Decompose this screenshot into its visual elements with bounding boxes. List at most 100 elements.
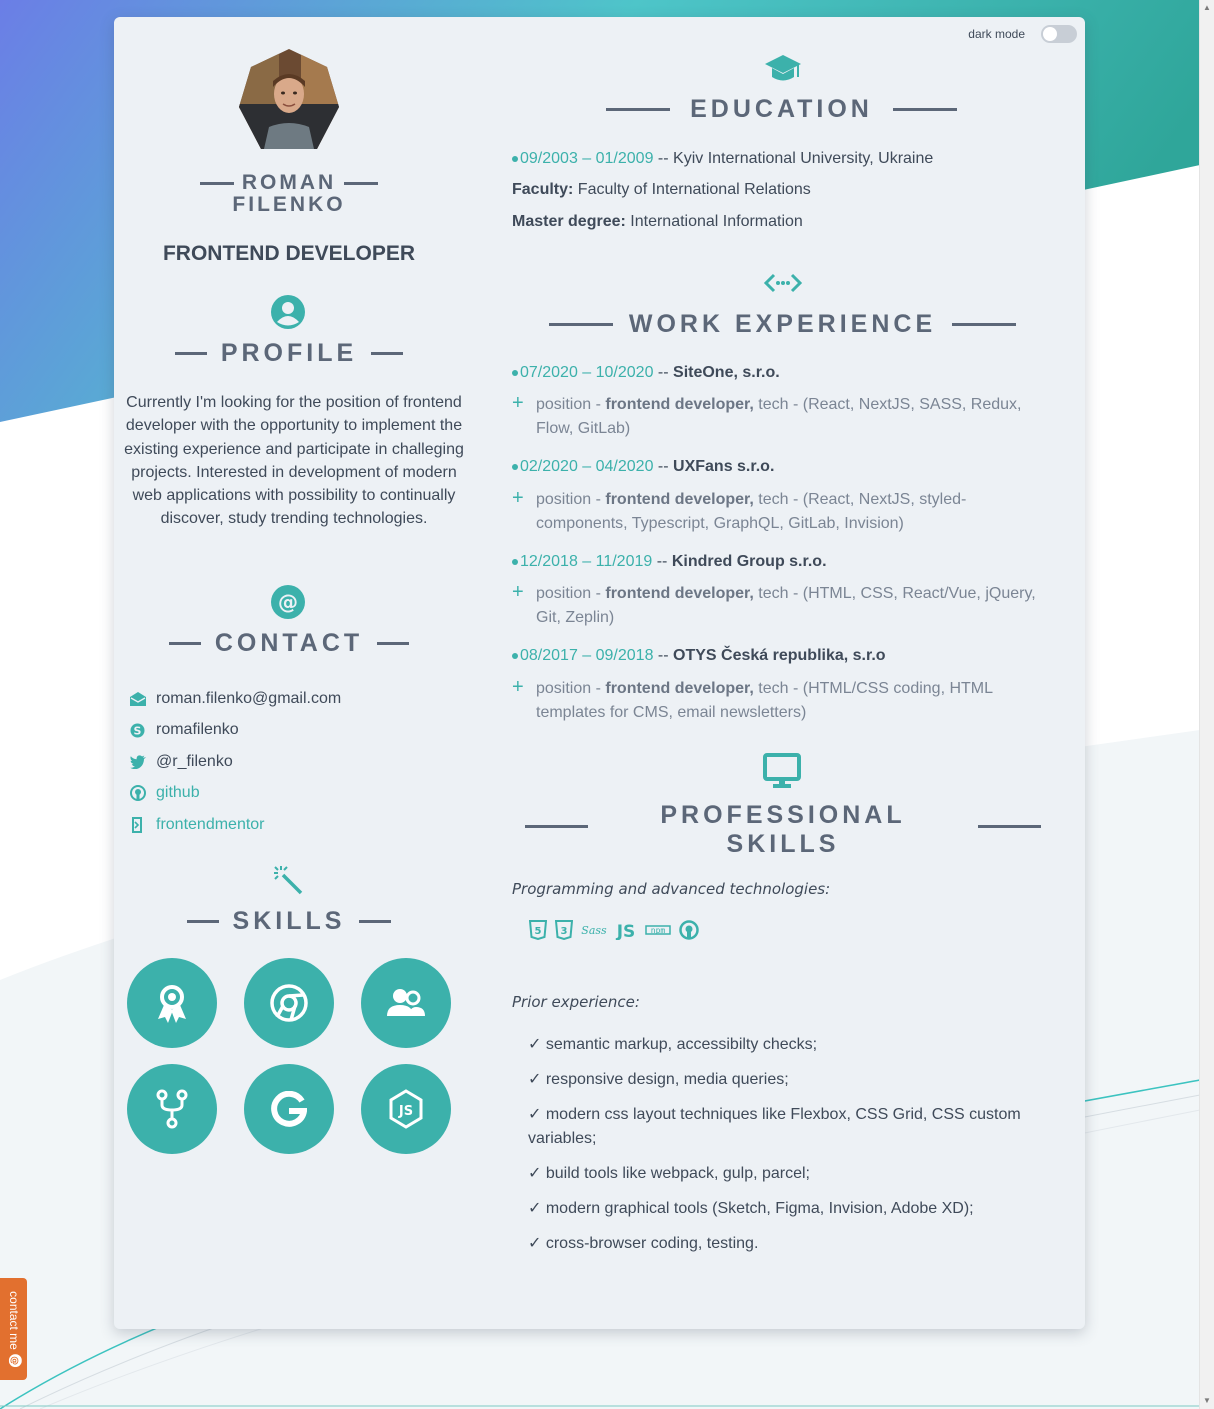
plus-icon: + (512, 392, 524, 414)
job-date: 08/2017 – 09/2018 (520, 647, 654, 664)
prior-item: ✓ cross-browser coding, testing. (528, 1234, 759, 1252)
skill-award[interactable] (127, 958, 217, 1048)
skill-git[interactable] (127, 1064, 217, 1154)
svg-text:JS: JS (398, 1104, 413, 1119)
faculty-value: Faculty of International Relations (573, 181, 811, 198)
contact-frontendmentor[interactable]: frontendmentor (130, 809, 460, 841)
job-sep: -- (653, 458, 674, 475)
prior-item: ✓ modern graphical tools (Sketch, Figma,… (528, 1199, 974, 1217)
job-header-1: 07/2020 – 10/2020 -- SiteOne, s.r.o. (512, 364, 780, 382)
education-heading: EDUCATION (589, 95, 974, 124)
professional-heading: PROFESSIONAL SKILLS (588, 801, 978, 859)
divider (344, 181, 379, 185)
first-name: ROMAN (241, 171, 337, 194)
contact-email[interactable]: roman.filenko@gmail.com (130, 683, 460, 715)
last-name: FILENKO (232, 193, 346, 216)
tech-icons: 5 3 Sass JS npm (529, 920, 699, 940)
bullet-dot (512, 156, 518, 162)
plus-icon: + (512, 487, 524, 509)
divider (199, 181, 234, 185)
name-block: ROMAN FILENKO (114, 172, 464, 216)
contact-twitter[interactable]: @r_filenko (130, 746, 460, 778)
job-header-2: 02/2020 – 04/2020 -- UXFans s.r.o. (512, 458, 774, 476)
sass-icon: Sass (581, 924, 607, 937)
profile-heading: PROFILE (114, 339, 464, 368)
contact-me-tab[interactable]: contact me @ (0, 1278, 27, 1380)
job-date: 02/2020 – 04/2020 (520, 458, 654, 475)
job-company: UXFans s.r.o. (673, 458, 775, 475)
svg-text:Sass: Sass (581, 924, 607, 937)
bullet-dot (512, 370, 518, 376)
position-value: frontend developer, (605, 491, 754, 508)
job-desc-3: + position - frontend developer, tech - … (512, 582, 1052, 629)
position-value: frontend developer, (605, 396, 754, 413)
job-desc-2: + position - frontend developer, tech - … (512, 488, 1032, 535)
skill-chrome[interactable] (244, 958, 334, 1048)
skype-text: romafilenko (156, 721, 239, 739)
professional-title-2: SKILLS (726, 830, 840, 858)
svg-text:@: @ (9, 1356, 19, 1365)
degree-label: Master degree: (512, 213, 626, 230)
skill-users[interactable] (361, 958, 451, 1048)
education-faculty: Faculty: Faculty of International Relati… (512, 181, 811, 199)
nodejs-icon: JS (389, 1089, 423, 1129)
job-desc-4: + position - frontend developer, tech - … (512, 677, 1032, 724)
position-value: frontend developer, (605, 585, 754, 602)
divider (168, 642, 201, 645)
skill-google[interactable] (244, 1064, 334, 1154)
faculty-label: Faculty: (512, 181, 574, 198)
at-sign-icon: @ (6, 1353, 22, 1367)
skill-nodejs[interactable]: JS (361, 1064, 451, 1154)
divider (548, 323, 613, 326)
divider (377, 642, 410, 645)
desktop-icon (763, 753, 801, 794)
twitter-icon (130, 755, 156, 769)
github-link[interactable]: github (156, 784, 200, 802)
chrome-icon (270, 984, 308, 1022)
profile-title: PROFILE (220, 339, 358, 367)
contact-heading: CONTACT (114, 629, 464, 658)
divider (525, 825, 588, 828)
users-icon (387, 989, 425, 1016)
at-sign-icon: @ (271, 585, 305, 624)
work-title: WORK EXPERIENCE (628, 310, 937, 338)
bullet-dot (512, 559, 518, 565)
divider (174, 352, 207, 355)
programming-label: Programming and advanced technologies: (512, 880, 831, 898)
job-company: Kindred Group s.r.o. (671, 553, 827, 570)
github-icon (679, 920, 699, 940)
scrollbar[interactable]: ▲ ▼ (1199, 0, 1214, 1409)
job-date: 07/2020 – 10/2020 (520, 364, 654, 381)
js-icon: JS (616, 922, 636, 940)
divider (606, 108, 671, 111)
award-icon (158, 985, 186, 1023)
divider (359, 920, 392, 923)
job-header-4: 08/2017 – 09/2018 -- OTYS Česká republik… (512, 647, 886, 665)
svg-text:3: 3 (561, 926, 568, 937)
education-title: EDUCATION (690, 95, 873, 123)
dark-mode-toggle[interactable]: dark mode (968, 25, 1077, 43)
html5-icon: 5 (529, 920, 547, 940)
dark-mode-switch[interactable] (1041, 25, 1077, 43)
skype-icon: S (130, 723, 156, 738)
scroll-up-icon[interactable]: ▲ (1203, 4, 1211, 12)
github-icon (130, 785, 156, 802)
google-icon (271, 1091, 307, 1127)
frontendmentor-icon (130, 816, 156, 833)
frontendmentor-link[interactable]: frontendmentor (156, 816, 265, 834)
magic-wand-icon (273, 865, 303, 900)
job-date: 12/2018 – 11/2019 (520, 553, 653, 570)
plus-icon: + (512, 581, 524, 603)
job-desc-1: + position - frontend developer, tech - … (512, 393, 1052, 440)
contact-skype[interactable]: S romafilenko (130, 715, 460, 747)
divider (952, 323, 1017, 326)
job-title: FRONTEND DEVELOPER (162, 242, 416, 265)
divider (371, 352, 404, 355)
education-period: 09/2003 – 01/2009 -- Kyiv International … (512, 150, 933, 168)
svg-text:JS: JS (616, 922, 636, 940)
contact-github[interactable]: github (130, 778, 460, 810)
resume-card: dark mode ROMAN FILENKO FRONTEND DEVELOP… (114, 17, 1085, 1329)
job-sep: -- (653, 647, 674, 664)
contact-me-label: contact me (6, 1291, 21, 1350)
scroll-down-icon[interactable]: ▼ (1203, 1397, 1211, 1405)
